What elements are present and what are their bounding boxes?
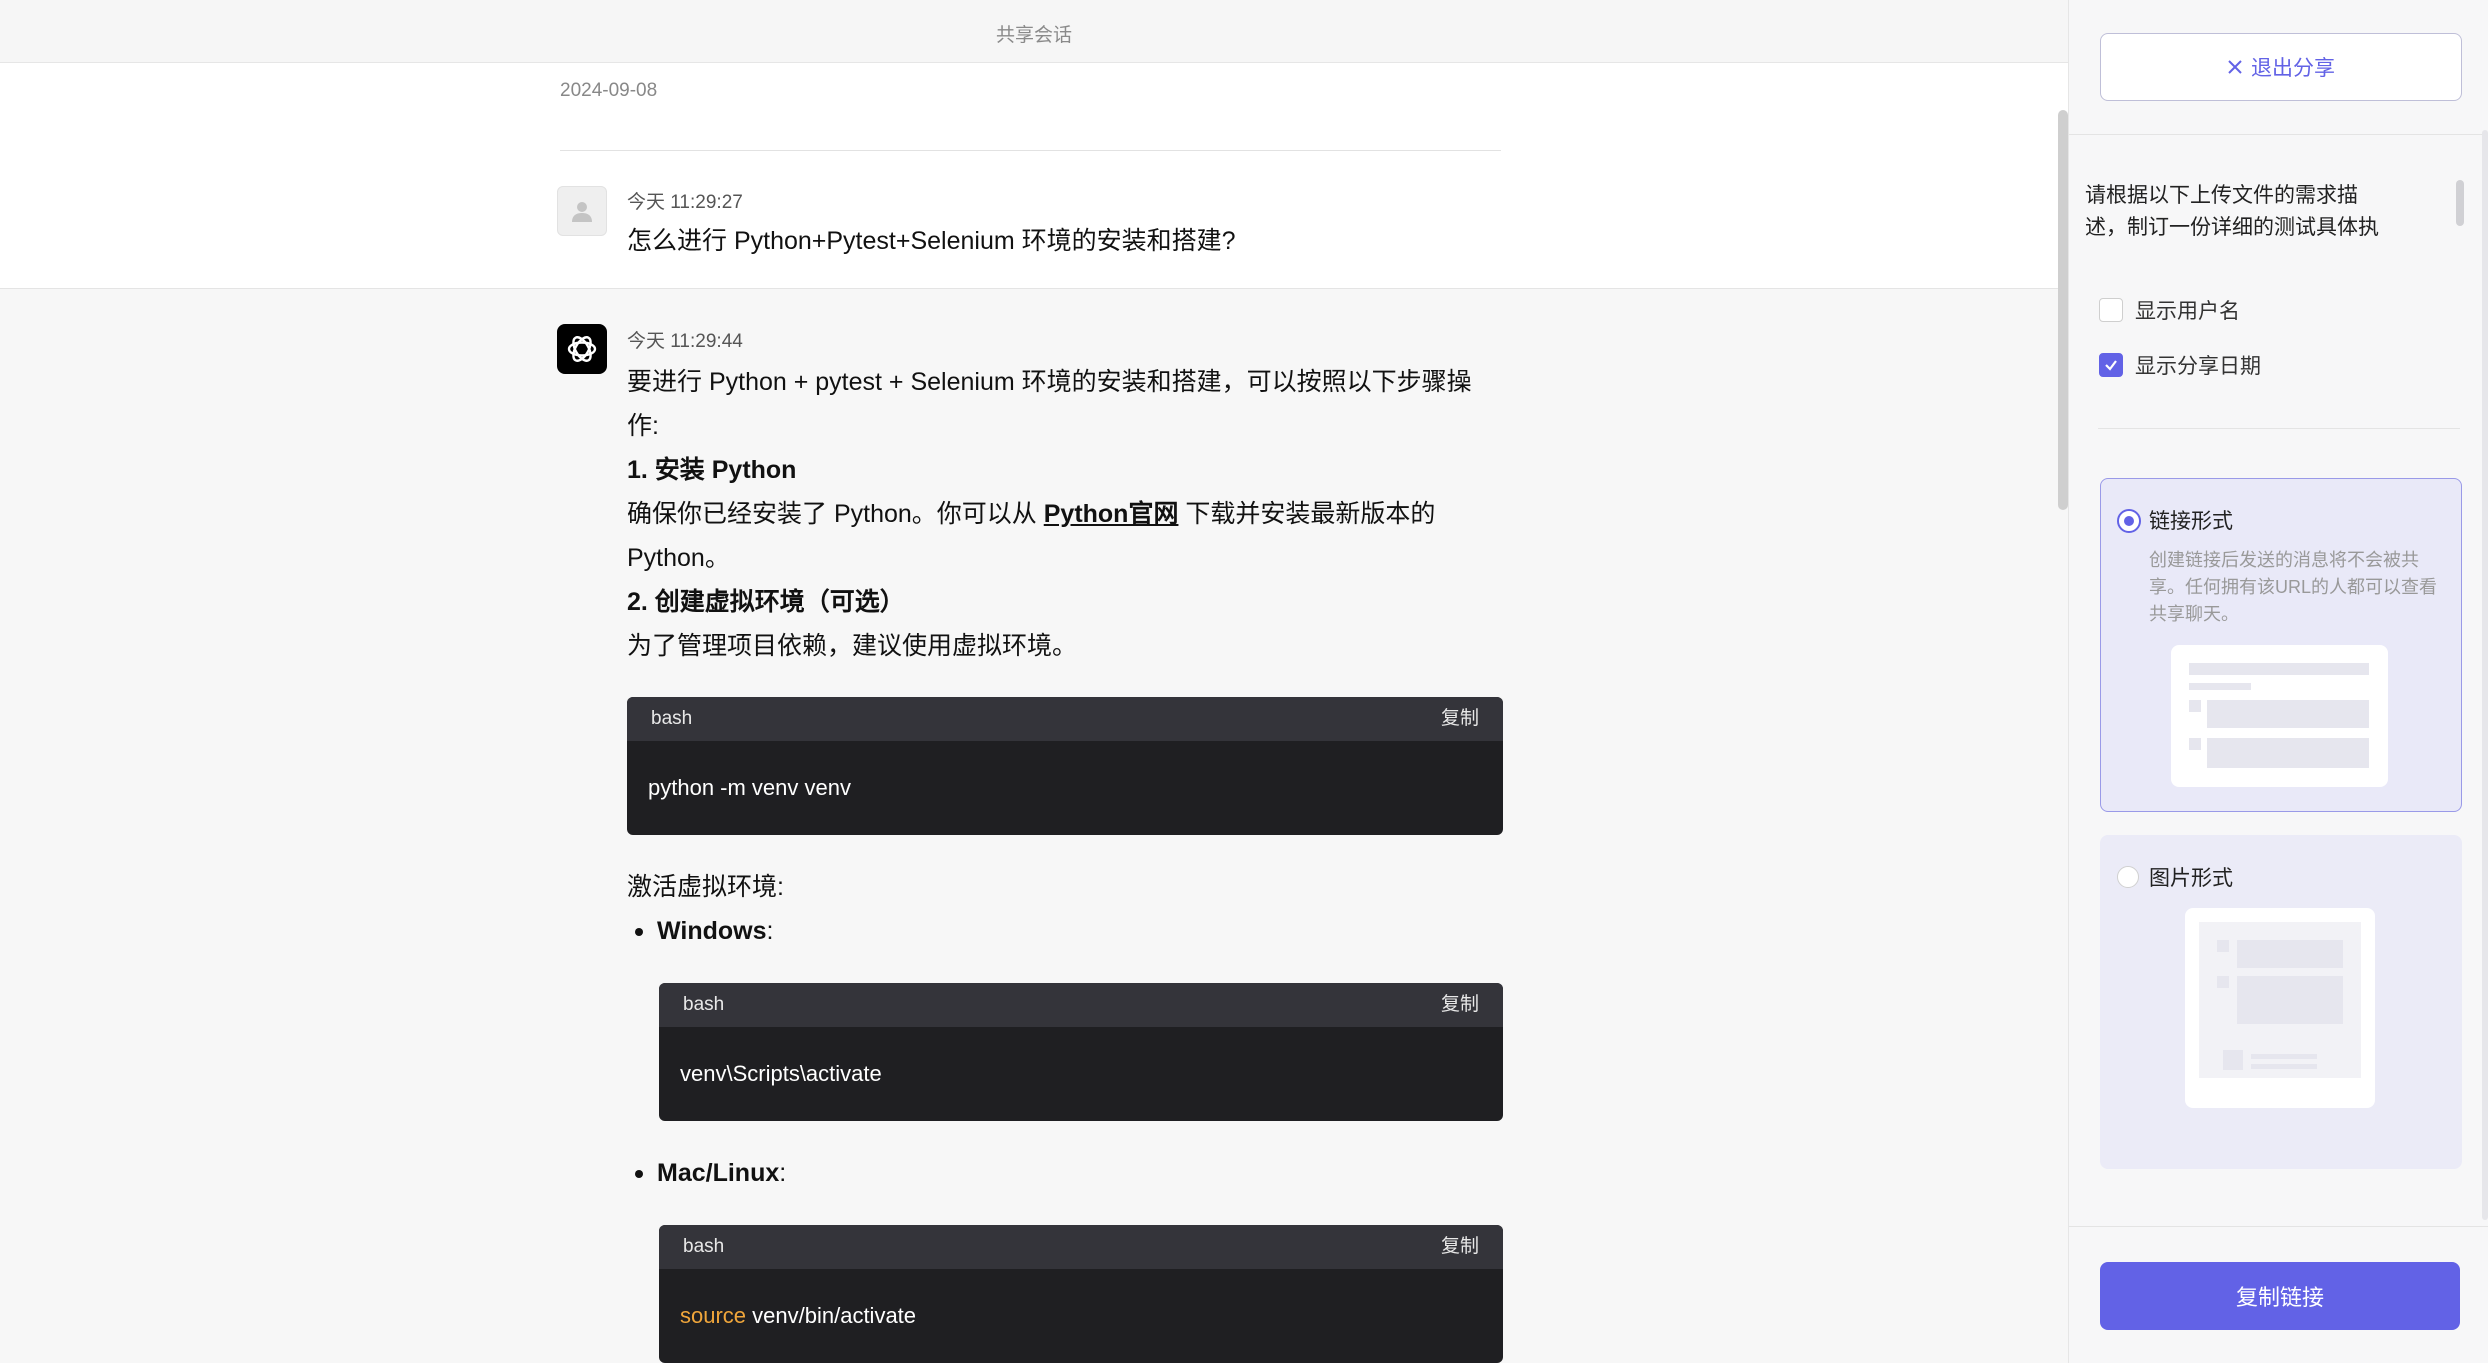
link-mode-card[interactable]: 链接形式 创建链接后发送的消息将不会被共享。任何拥有该URL的人都可以查看共享聊…	[2100, 478, 2462, 812]
image-mode-title: 图片形式	[2149, 867, 2233, 890]
step1-text-part: 确保你已经安装了 Python。你可以从	[627, 500, 1044, 528]
mac-linux-label: Mac/Linux	[657, 1159, 780, 1187]
show-username-label: 显示用户名	[2135, 300, 2240, 323]
link-mode-radio[interactable]	[2117, 509, 2141, 533]
copy-code-button[interactable]: 复制	[1441, 1225, 1479, 1269]
check-icon	[2105, 360, 2117, 371]
close-icon	[2228, 60, 2242, 74]
code-content: venv\Scripts\activate	[680, 1061, 882, 1086]
link-mode-title: 链接形式	[2149, 510, 2233, 533]
ai-avatar	[557, 324, 607, 374]
code-content: source venv/bin/activate	[659, 1269, 1503, 1363]
share-preview-text: 请根据以下上传文件的需求描述，制订一份详细的测试具体执	[2085, 184, 2379, 239]
image-mode-card[interactable]: 图片形式	[2100, 835, 2462, 1169]
panel-scrollbar[interactable]	[2482, 130, 2488, 1220]
main-scrollbar[interactable]	[2058, 110, 2068, 510]
step2-text: 为了管理项目依赖，建议使用虚拟环境。	[627, 632, 1078, 660]
code-block: bash 复制 python -m venv venv	[627, 697, 1503, 835]
show-username-checkbox[interactable]	[2099, 298, 2123, 322]
show-username-option[interactable]: 显示用户名	[2099, 295, 2240, 325]
copy-link-button[interactable]: 复制链接	[2100, 1262, 2460, 1330]
share-panel: 退出分享 请根据以下上传文件的需求描述，制订一份详细的测试具体执 显示用户名 显…	[2068, 0, 2488, 1363]
user-message-time: 今天 11:29:27	[627, 192, 743, 213]
code-header: bash 复制	[659, 1225, 1503, 1269]
ai-message-time: 今天 11:29:44	[627, 331, 743, 352]
copy-code-button[interactable]: 复制	[1441, 697, 1479, 741]
code-content: python -m venv venv	[648, 775, 851, 800]
code-lang: bash	[683, 994, 725, 1015]
divider	[560, 150, 1501, 151]
activate-label: 激活虚拟环境:	[627, 873, 784, 901]
code-block: bash 复制 source venv/bin/activate	[659, 1225, 1503, 1363]
step1-title: 1. 安装 Python	[627, 456, 797, 484]
user-message-text: 怎么进行 Python+Pytest+Selenium 环境的安装和搭建?	[627, 227, 1236, 255]
top-bar: 共享会话	[0, 0, 2068, 63]
user-avatar	[557, 186, 607, 236]
code-block: bash 复制 venv\Scripts\activate	[659, 983, 1503, 1121]
exit-share-label: 退出分享	[2251, 57, 2335, 80]
divider	[2098, 428, 2460, 429]
list-item-windows: Windows:	[627, 909, 1503, 953]
link-mode-desc: 创建链接后发送的消息将不会被共享。任何拥有该URL的人都可以查看共享聊天。	[2149, 550, 2438, 624]
show-date-checkbox[interactable]	[2099, 353, 2123, 377]
copy-code-button[interactable]: 复制	[1441, 983, 1479, 1027]
colon: :	[766, 917, 774, 945]
show-date-label: 显示分享日期	[2135, 355, 2261, 378]
image-mode-radio[interactable]	[2117, 866, 2139, 888]
step1-text: 确保你已经安装了 Python。你可以从 Python官网 下载并安装最新版本的…	[627, 492, 1503, 580]
python-site-link[interactable]: Python官网	[1044, 500, 1179, 528]
exit-share-button[interactable]: 退出分享	[2100, 33, 2462, 101]
step2-title: 2. 创建虚拟环境（可选）	[627, 588, 905, 616]
conversation-pane: 共享会话 2024-09-08 今天 11:29:27 怎么进行 Python+…	[0, 0, 2068, 1363]
colon: :	[779, 1159, 787, 1187]
image-preview-illustration	[2185, 908, 2375, 1108]
code-keyword: source	[680, 1303, 747, 1328]
link-preview-illustration	[2171, 645, 2388, 787]
page-title: 共享会话	[995, 25, 1072, 46]
windows-label: Windows	[657, 917, 767, 945]
divider	[2069, 1226, 2488, 1227]
code-rest: venv/bin/activate	[746, 1303, 917, 1328]
code-header: bash 复制	[627, 697, 1503, 741]
list-item-mac-linux: Mac/Linux:	[627, 1151, 1503, 1195]
preview-scrollbar[interactable]	[2456, 180, 2464, 226]
openai-logo-icon	[567, 336, 597, 362]
show-date-option[interactable]: 显示分享日期	[2099, 350, 2261, 380]
code-lang: bash	[651, 708, 693, 729]
divider	[2069, 134, 2488, 135]
share-date: 2024-09-08	[560, 80, 658, 101]
code-lang: bash	[683, 1236, 725, 1257]
code-header: bash 复制	[659, 983, 1503, 1027]
user-icon	[572, 202, 592, 222]
ai-message-body: 要进行 Python + pytest + Selenium 环境的安装和搭建，…	[627, 360, 1503, 1363]
answer-intro: 要进行 Python + pytest + Selenium 环境的安装和搭建，…	[627, 368, 1472, 440]
